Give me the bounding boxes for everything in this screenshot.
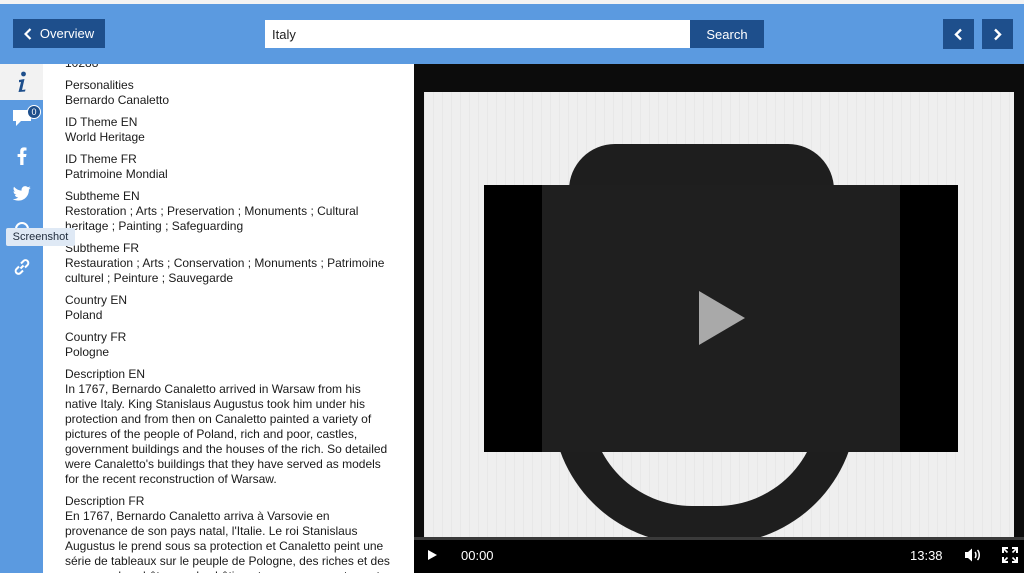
current-time: 00:00 [461,548,494,563]
sidebar: 0 [0,64,43,573]
field-value: Restauration ; Arts ; Conservation ; Mon… [65,256,385,285]
metadata-field: Country FR Pologne [65,330,395,360]
chevron-left-icon [23,27,32,40]
play-icon[interactable] [697,289,747,347]
play-icon[interactable] [425,547,439,563]
metadata-field: Country EN Poland [65,293,395,323]
next-button[interactable] [982,19,1013,49]
field-value: En 1767, Bernardo Canaletto arriva à Var… [65,509,390,573]
screenshot-tooltip: Screenshot [6,228,75,246]
metadata-field: Subtheme FR Restauration ; Arts ; Conserv… [65,241,395,286]
progress-bar[interactable] [414,537,1024,540]
field-value: In 1767, Bernardo Canaletto arrived in W… [65,382,388,486]
comments-count-badge: 0 [27,105,41,119]
field-label: Description FR [65,494,145,508]
field-value: World Heritage [65,130,145,144]
field-label: ID Theme EN [65,115,138,129]
field-value: Bernardo Canaletto [65,93,170,107]
chevron-right-icon [994,28,1002,40]
field-label: Personalities [65,78,134,92]
video-poster-overlay[interactable] [484,185,958,452]
overview-button[interactable]: Overview [13,19,105,48]
metadata-field: Description EN In 1767, Bernardo Canalett… [65,367,395,487]
field-value: 10288 [65,64,395,71]
metadata-field: Description FR En 1767, Bernardo Canalett… [65,494,395,573]
metadata-field: ID Theme FR Patrimoine Mondial [65,152,395,182]
field-label: Country FR [65,330,127,344]
link-icon[interactable] [0,252,43,282]
field-label: Subtheme FR [65,241,140,255]
field-label: Country EN [65,293,128,307]
field-value: Restoration ; Arts ; Preservation ; Monu… [65,204,359,233]
metadata-fields: 10288 PersonalitiesBernardo Canaletto ID T… [65,64,395,573]
field-label: Description EN [65,367,146,381]
player-controls: 00:00 13:38 [414,537,1024,573]
search-button[interactable]: Search [690,20,764,48]
metadata-field: Personalities Bernardo Canaletto [65,78,395,108]
chevron-left-icon [954,28,962,40]
video-player[interactable]: 00:00 13:38 [414,64,1024,573]
fullscreen-icon[interactable] [1002,547,1018,563]
field-value: Patrimoine Mondial [65,167,168,181]
field-label: Subtheme EN [65,189,140,203]
field-value: Poland [65,308,103,322]
top-bar: Overview Search [0,4,1024,64]
metadata-field: Subtheme EN Restoration ; Arts ; Preserva… [65,189,395,234]
metadata-panel[interactable]: 10288 PersonalitiesBernardo Canaletto ID T… [43,64,414,573]
previous-button[interactable] [943,19,974,49]
search-input[interactable] [265,20,690,48]
field-label: ID Theme FR [65,152,137,166]
info-icon[interactable] [0,67,43,97]
facebook-icon[interactable] [0,141,43,171]
duration: 13:38 [910,548,943,563]
metadata-field: ID Theme EN World Heritage [65,115,395,145]
twitter-icon[interactable] [0,178,43,208]
metadata-field: 10288 [65,64,395,71]
overview-label: Overview [39,26,95,41]
volume-icon[interactable] [964,547,982,563]
field-value: Pologne [65,345,110,359]
